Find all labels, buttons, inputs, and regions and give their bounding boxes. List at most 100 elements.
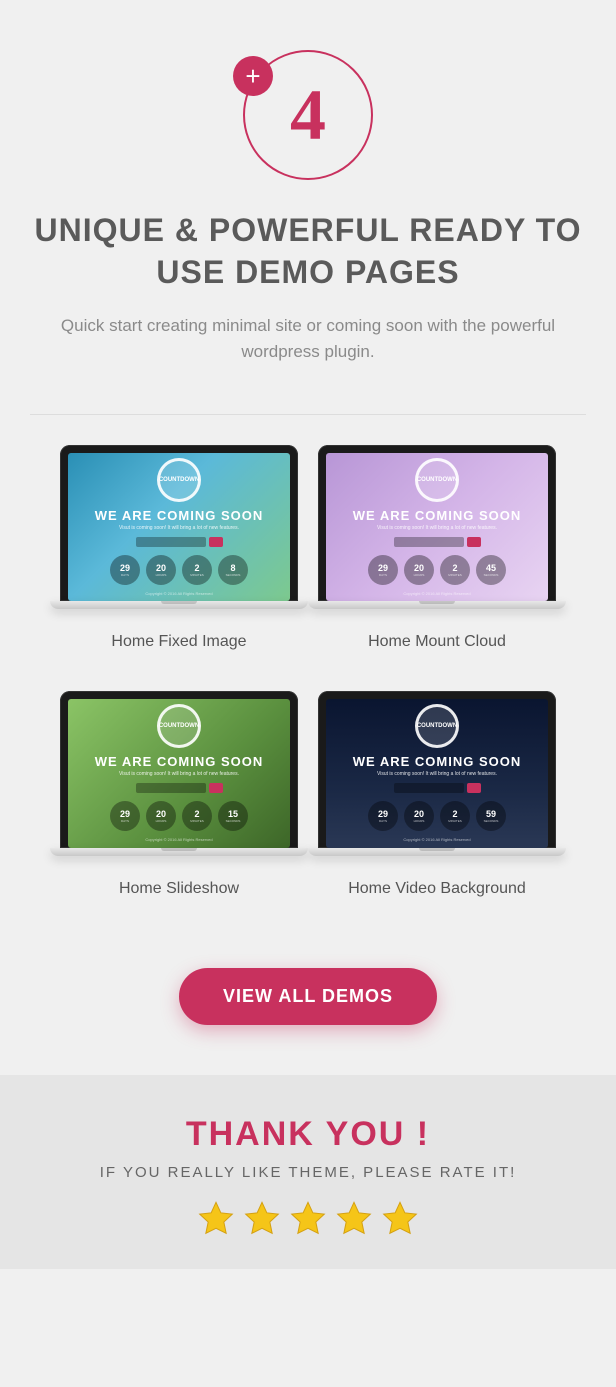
demo-screen: COUNTDOWN WE ARE COMING SOON Visut is co… <box>326 453 548 601</box>
coming-soon-title: WE ARE COMING SOON <box>353 508 521 523</box>
counter-value: 59 <box>486 809 496 819</box>
email-submit-icon <box>467 783 481 793</box>
laptop-base <box>50 601 308 609</box>
counter-label: HOURS <box>414 819 425 823</box>
laptop-base <box>308 848 566 856</box>
countdown-counter: 29 DAYS <box>368 801 398 831</box>
footer-section: THANK YOU ! IF YOU REALLY LIKE THEME, PL… <box>0 1075 616 1269</box>
email-submit-icon <box>467 537 481 547</box>
laptop-frame: COUNTDOWN WE ARE COMING SOON Visut is co… <box>60 691 298 847</box>
countdown-counter: 20 HOURS <box>404 801 434 831</box>
demo-label: Home Fixed Image <box>60 633 298 651</box>
counter-label: SECONDS <box>226 819 241 823</box>
counter-value: 20 <box>414 563 424 573</box>
counter-label: MINUTES <box>448 573 462 577</box>
demo-label: Home Slideshow <box>60 880 298 898</box>
star-icon[interactable] <box>380 1199 420 1239</box>
counter-value: 15 <box>228 809 238 819</box>
countdown-counter: 29 DAYS <box>368 555 398 585</box>
page-headline: UNIQUE & POWERFUL READY TO USE DEMO PAGE… <box>30 210 586 293</box>
coming-soon-title: WE ARE COMING SOON <box>353 754 521 769</box>
star-icon[interactable] <box>242 1199 282 1239</box>
copyright-text: Copyright © 2016 All Rights Reserved <box>403 591 470 596</box>
demo-grid: COUNTDOWN WE ARE COMING SOON Visut is co… <box>30 414 586 927</box>
countdown-counter: 45 SECONDS <box>476 555 506 585</box>
rating-stars[interactable] <box>20 1199 596 1239</box>
countdown-counter: 2 MINUTES <box>182 801 212 831</box>
view-all-demos-button[interactable]: VIEW ALL DEMOS <box>179 968 437 1025</box>
counter-label: HOURS <box>414 573 425 577</box>
number-badge: + 4 <box>243 50 373 180</box>
counter-label: SECONDS <box>484 819 499 823</box>
email-form <box>136 783 223 793</box>
countdown-counter: 20 HOURS <box>146 555 176 585</box>
counter-label: DAYS <box>379 819 387 823</box>
countdown-row: 29 DAYS 20 HOURS 2 MINUTES 15 SECONDS <box>110 801 248 831</box>
email-form <box>394 783 481 793</box>
countdown-counter: 29 DAYS <box>110 555 140 585</box>
page-subhead: Quick start creating minimal site or com… <box>58 313 558 364</box>
demo-screen: COUNTDOWN WE ARE COMING SOON Visut is co… <box>68 699 290 847</box>
laptop-base <box>308 601 566 609</box>
demo-item[interactable]: COUNTDOWN WE ARE COMING SOON Visut is co… <box>318 445 556 651</box>
counter-label: HOURS <box>156 819 167 823</box>
countdown-counter: 8 SECONDS <box>218 555 248 585</box>
counter-label: DAYS <box>121 573 129 577</box>
counter-label: DAYS <box>379 573 387 577</box>
email-input <box>394 537 464 547</box>
demo-item[interactable]: COUNTDOWN WE ARE COMING SOON Visut is co… <box>60 691 298 897</box>
counter-value: 20 <box>414 809 424 819</box>
counter-value: 20 <box>156 809 166 819</box>
laptop-frame: COUNTDOWN WE ARE COMING SOON Visut is co… <box>318 691 556 847</box>
counter-value: 2 <box>194 809 199 819</box>
countdown-counter: 2 MINUTES <box>440 555 470 585</box>
counter-value: 20 <box>156 563 166 573</box>
countdown-counter: 59 SECONDS <box>476 801 506 831</box>
email-input <box>394 783 464 793</box>
thank-you-heading: THANK YOU ! <box>20 1115 596 1154</box>
counter-label: HOURS <box>156 573 167 577</box>
countdown-counter: 29 DAYS <box>110 801 140 831</box>
copyright-text: Copyright © 2016 All Rights Reserved <box>403 837 470 842</box>
coming-soon-subtitle: Visut is coming soon! It will bring a lo… <box>119 525 239 531</box>
countdown-counter: 20 HOURS <box>404 555 434 585</box>
demo-screen: COUNTDOWN WE ARE COMING SOON Visut is co… <box>326 699 548 847</box>
demo-screen: COUNTDOWN WE ARE COMING SOON Visut is co… <box>68 453 290 601</box>
demo-label: Home Mount Cloud <box>318 633 556 651</box>
coming-soon-title: WE ARE COMING SOON <box>95 754 263 769</box>
email-submit-icon <box>209 537 223 547</box>
laptop-base <box>50 848 308 856</box>
copyright-text: Copyright © 2016 All Rights Reserved <box>145 591 212 596</box>
countdown-counter: 15 SECONDS <box>218 801 248 831</box>
badge-number: 4 <box>290 74 326 157</box>
counter-value: 2 <box>452 809 457 819</box>
counter-label: SECONDS <box>226 573 241 577</box>
countdown-row: 29 DAYS 20 HOURS 2 MINUTES 8 SECONDS <box>110 555 248 585</box>
counter-value: 29 <box>378 809 388 819</box>
counter-value: 2 <box>194 563 199 573</box>
star-icon[interactable] <box>288 1199 328 1239</box>
counter-label: SECONDS <box>484 573 499 577</box>
star-icon[interactable] <box>334 1199 374 1239</box>
counter-label: MINUTES <box>448 819 462 823</box>
demo-item[interactable]: COUNTDOWN WE ARE COMING SOON Visut is co… <box>318 691 556 897</box>
coming-soon-subtitle: Visut is coming soon! It will bring a lo… <box>119 771 239 777</box>
countdown-counter: 2 MINUTES <box>182 555 212 585</box>
plus-icon: + <box>233 56 273 96</box>
demo-item[interactable]: COUNTDOWN WE ARE COMING SOON Visut is co… <box>60 445 298 651</box>
counter-value: 29 <box>378 563 388 573</box>
laptop-frame: COUNTDOWN WE ARE COMING SOON Visut is co… <box>60 445 298 601</box>
star-icon[interactable] <box>196 1199 236 1239</box>
copyright-text: Copyright © 2016 All Rights Reserved <box>145 837 212 842</box>
coming-soon-subtitle: Visut is coming soon! It will bring a lo… <box>377 771 497 777</box>
email-form <box>394 537 481 547</box>
counter-value: 8 <box>230 563 235 573</box>
email-input <box>136 537 206 547</box>
demo-label: Home Video Background <box>318 880 556 898</box>
rate-prompt: IF YOU REALLY LIKE THEME, PLEASE RATE IT… <box>20 1164 596 1181</box>
laptop-frame: COUNTDOWN WE ARE COMING SOON Visut is co… <box>318 445 556 601</box>
countdown-logo-icon: COUNTDOWN <box>157 458 201 502</box>
counter-value: 2 <box>452 563 457 573</box>
countdown-logo-icon: COUNTDOWN <box>415 458 459 502</box>
counter-label: MINUTES <box>190 573 204 577</box>
